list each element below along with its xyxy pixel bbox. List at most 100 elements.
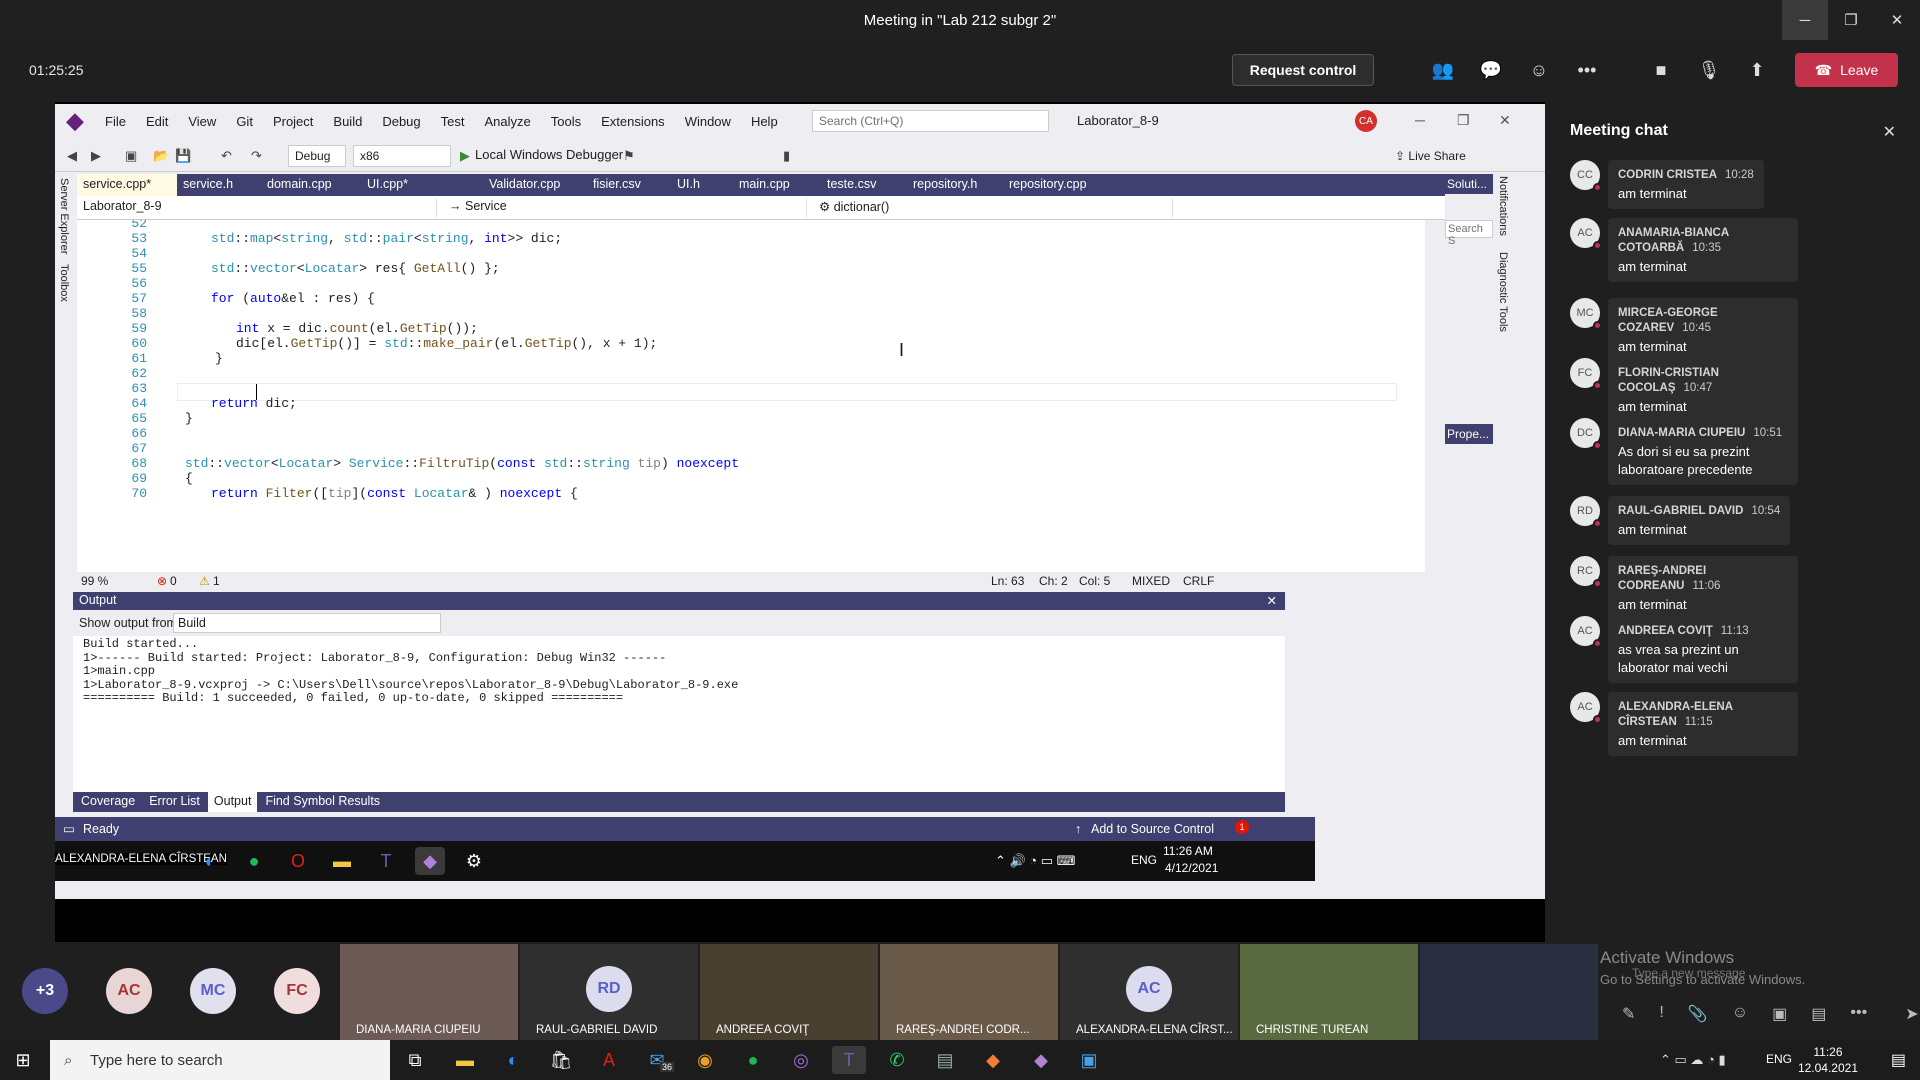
participants-icon[interactable]: 👥 xyxy=(1428,55,1458,85)
class-dropdown[interactable]: → Service xyxy=(443,199,807,217)
tab-ui-cpp-[interactable]: UI.cpp* xyxy=(361,174,483,196)
mic-off-icon[interactable]: 🎙 xyxy=(1694,55,1724,85)
vs-close-icon[interactable]: ✕ xyxy=(1499,112,1511,129)
menu-tools[interactable]: Tools xyxy=(541,114,591,129)
server-explorer-tab[interactable]: Server Explorer xyxy=(58,178,70,254)
send-icon[interactable]: ➤ xyxy=(1905,1004,1918,1024)
reactions-icon[interactable]: ☺ xyxy=(1524,55,1554,85)
video-tile[interactable]: AC ALEXANDRA-ELENA CÎRST... xyxy=(1060,944,1238,1040)
mail-icon[interactable]: ✉ 36 xyxy=(640,1046,674,1074)
video-tile[interactable]: CHRISTINE TUREAN xyxy=(1240,944,1418,1040)
menu-edit[interactable]: Edit xyxy=(136,114,178,129)
windows-lang[interactable]: ENG xyxy=(1766,1052,1792,1066)
teams-icon[interactable]: T xyxy=(371,847,401,875)
windows-clock[interactable]: 11:26 12.04.2021 xyxy=(1798,1044,1858,1076)
menu-build[interactable]: Build xyxy=(323,114,372,129)
video-tile[interactable]: DIANA-MARIA CIUPEIU xyxy=(340,944,518,1040)
vs-minimize-icon[interactable]: ─ xyxy=(1415,112,1425,128)
bottom-tab-output[interactable]: Output xyxy=(207,792,258,812)
tab-repository-h[interactable]: repository.h xyxy=(907,174,1003,196)
warning-count[interactable]: 1 xyxy=(213,574,220,588)
tab-main-cpp[interactable]: main.cpp xyxy=(733,174,821,196)
solution-explorer-tab[interactable]: Soluti... xyxy=(1445,174,1493,194)
video-tile[interactable]: RAREŞ-ANDREI CODR... xyxy=(880,944,1058,1040)
run-debugger-button[interactable]: Local Windows Debugger xyxy=(475,147,623,162)
redo-icon[interactable]: ↷ xyxy=(251,148,262,164)
tab-service-h[interactable]: service.h xyxy=(177,174,261,196)
undo-icon[interactable]: ↶ xyxy=(221,148,232,164)
windows-search-input[interactable]: ⌕ Type here to search xyxy=(50,1040,390,1080)
live-share-button[interactable]: ⇪ Live Share xyxy=(1395,149,1466,163)
store-icon[interactable]: 🛍 xyxy=(544,1046,578,1074)
tab-domain-cpp[interactable]: domain.cpp xyxy=(261,174,361,196)
open-icon[interactable]: 📂 xyxy=(153,148,169,164)
minimize-icon[interactable]: ─ xyxy=(1782,0,1828,40)
gif-icon[interactable]: ▣ xyxy=(1772,1004,1787,1024)
notification-center-icon[interactable]: ▤ xyxy=(1891,1050,1906,1070)
menu-window[interactable]: Window xyxy=(675,114,741,129)
tab-teste-csv[interactable]: teste.csv xyxy=(821,174,907,196)
menu-help[interactable]: Help xyxy=(741,114,788,129)
notifications-tab[interactable]: Notifications xyxy=(1497,176,1509,236)
tab-repository-cpp[interactable]: repository.cpp xyxy=(1003,174,1113,196)
back-icon[interactable]: ◀ xyxy=(67,148,77,164)
notification-badge[interactable]: 1 xyxy=(1235,820,1249,834)
tab-service-cpp-[interactable]: service.cpp* xyxy=(77,174,177,196)
play-icon[interactable]: ▶ xyxy=(460,148,470,164)
tray-icons[interactable]: ⌃ ▭ ☁ ◔ ▮ xyxy=(1660,1052,1726,1068)
close-icon[interactable]: ✕ xyxy=(1874,0,1920,40)
project-dropdown[interactable]: Laborator_8-9 xyxy=(77,199,437,217)
sticker-icon[interactable]: ▤ xyxy=(1811,1004,1826,1024)
zoom-level[interactable]: 99 % xyxy=(81,574,108,588)
bottom-tab-error-list[interactable]: Error List xyxy=(143,792,206,812)
settings-icon[interactable]: ⚙ xyxy=(459,847,489,875)
line-endings[interactable]: CRLF xyxy=(1183,574,1214,588)
output-source-select[interactable]: Build xyxy=(173,613,441,633)
format-icon[interactable]: ✎ xyxy=(1622,1004,1635,1024)
bookmark-icon[interactable]: ▮ xyxy=(783,148,790,164)
member-dropdown[interactable]: ⚙ dictionar() xyxy=(813,199,1173,217)
menu-extensions[interactable]: Extensions xyxy=(591,114,675,129)
config-select[interactable]: Debug xyxy=(288,145,346,167)
toolbox-tab[interactable]: Toolbox xyxy=(58,264,70,302)
menu-git[interactable]: Git xyxy=(226,114,263,129)
tabs-mode[interactable]: MIXED xyxy=(1132,574,1170,588)
app-icon[interactable]: ▤ xyxy=(928,1046,962,1074)
solution-search-input[interactable]: Search S xyxy=(1445,220,1493,247)
more-icon[interactable]: ••• xyxy=(1850,1004,1867,1024)
whatsapp-icon[interactable]: ✆ xyxy=(880,1046,914,1074)
bottom-tab-coverage[interactable]: Coverage xyxy=(75,792,141,812)
file-explorer-icon[interactable]: ▬ xyxy=(327,847,357,875)
chrome-icon[interactable]: ◉ xyxy=(688,1046,722,1074)
tab-fisier-csv[interactable]: fisier.csv xyxy=(587,174,671,196)
emoji-icon[interactable]: ☺ xyxy=(1732,1004,1748,1024)
diagnostic-tools-tab[interactable]: Diagnostic Tools xyxy=(1497,252,1509,332)
spotify-icon[interactable]: ● xyxy=(239,847,269,875)
inner-lang[interactable]: ENG xyxy=(1131,853,1157,867)
platform-select[interactable]: x86 xyxy=(353,145,451,167)
vs-restore-icon[interactable]: ❐ xyxy=(1457,112,1470,129)
add-source-control-button[interactable]: Add to Source Control xyxy=(1091,822,1214,836)
teams-icon[interactable]: T xyxy=(832,1046,866,1074)
video-tile[interactable]: RD RAUL-GABRIEL DAVID xyxy=(520,944,698,1040)
spotify-icon[interactable]: ● xyxy=(736,1046,770,1074)
attach-icon[interactable]: 📎 xyxy=(1688,1004,1708,1024)
menu-analyze[interactable]: Analyze xyxy=(474,114,540,129)
chat-icon[interactable]: 💬 xyxy=(1476,55,1506,85)
video-tile[interactable] xyxy=(1420,944,1598,1040)
podcast-icon[interactable]: ◎ xyxy=(784,1046,818,1074)
acrobat-icon[interactable]: A xyxy=(592,1046,626,1074)
tab-ui-h[interactable]: UI.h xyxy=(671,174,733,196)
paint-icon[interactable]: ◆ xyxy=(976,1046,1010,1074)
more-participants[interactable]: +3 xyxy=(22,968,68,1014)
remote-desktop-icon[interactable]: ▣ xyxy=(1072,1046,1106,1074)
forward-icon[interactable]: ▶ xyxy=(91,148,101,164)
more-actions-icon[interactable]: ••• xyxy=(1572,55,1602,85)
share-screen-icon[interactable]: ⬆ xyxy=(1742,55,1772,85)
tray-icons[interactable]: ⌃ 🔊 ◔ ▭ ⌨ xyxy=(995,853,1075,869)
attach-icon[interactable]: ⚑ xyxy=(623,148,635,164)
visual-studio-icon[interactable]: ◆ xyxy=(1024,1046,1058,1074)
menu-view[interactable]: View xyxy=(178,114,226,129)
opera-icon[interactable]: O xyxy=(283,847,313,875)
menu-test[interactable]: Test xyxy=(431,114,475,129)
